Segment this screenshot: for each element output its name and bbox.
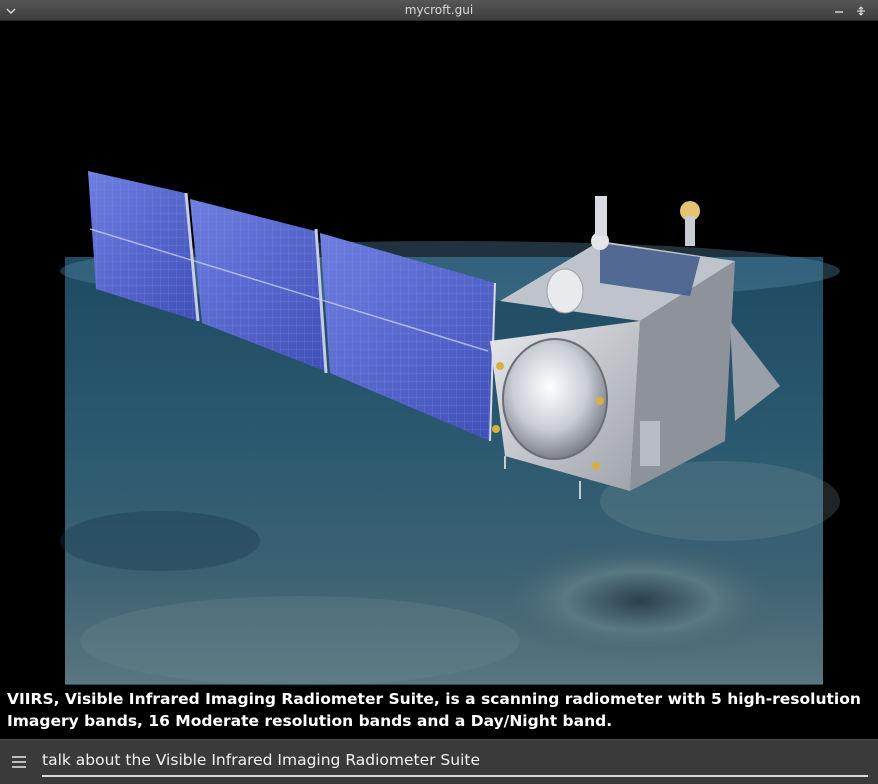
window-title: mycroft.gui [404,3,474,17]
skill-display-area: VIIRS, Visible Infrared Imaging Radiomet… [0,21,878,739]
satellite-image [0,171,878,734]
maximize-icon[interactable] [854,3,868,17]
caption-text: VIIRS, Visible Infrared Imaging Radiomet… [7,690,861,730]
hamburger-menu-icon[interactable] [11,754,27,770]
minimize-icon[interactable] [832,3,846,17]
window-titlebar: mycroft.gui [0,0,878,21]
utterance-input[interactable] [42,749,868,777]
utterance-bar [0,739,878,784]
